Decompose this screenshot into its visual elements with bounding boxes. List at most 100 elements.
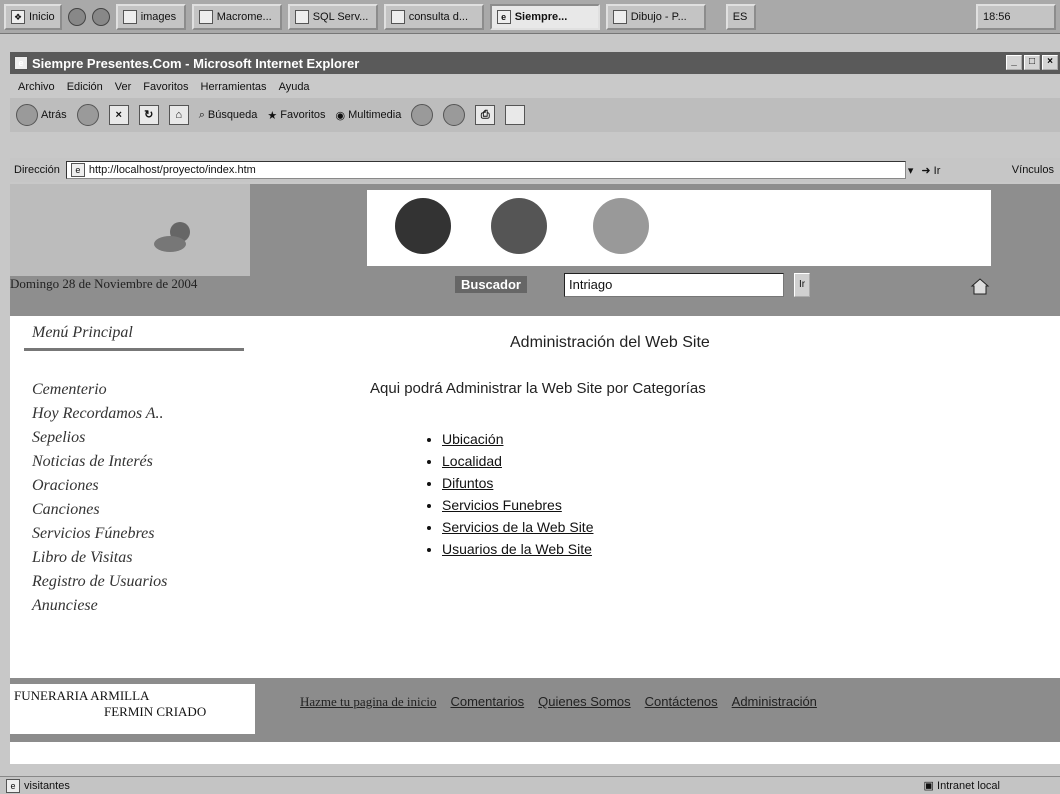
footer-links: Hazme tu pagina de inicio Comentarios Qu…	[300, 694, 817, 710]
close-button[interactable]: ×	[1042, 55, 1058, 70]
link-usuarios-web[interactable]: Usuarios de la Web Site	[442, 541, 592, 557]
sidebar-item-sepelios[interactable]: Sepelios	[32, 426, 252, 450]
quick-launch-icon[interactable]	[91, 7, 110, 26]
link-comentarios[interactable]: Comentarios	[450, 694, 524, 710]
search-input[interactable]: Intriago	[564, 273, 784, 297]
stop-button[interactable]: ×	[108, 105, 129, 125]
menu-ver[interactable]: Ver	[115, 81, 132, 93]
print-button[interactable]: ⎙	[475, 105, 496, 125]
maximize-button[interactable]: □	[1024, 55, 1040, 70]
go-button[interactable]: ➜ Ir	[921, 164, 940, 177]
page-icon: e	[70, 163, 85, 177]
link-servicios-web[interactable]: Servicios de la Web Site	[442, 519, 593, 535]
start-button[interactable]: ❖ Inicio	[4, 3, 62, 30]
link-homepage[interactable]: Hazme tu pagina de inicio	[300, 694, 436, 710]
task-button-sql[interactable]: SQL Serv...	[287, 3, 378, 30]
sql-server-icon	[294, 9, 309, 24]
link-contactenos[interactable]: Contáctenos	[645, 694, 718, 710]
web-page: Domingo 28 de Noviembre de 2004 Buscador…	[10, 184, 1060, 764]
list-item: Difuntos	[442, 472, 593, 494]
menubar: Archivo Edición Ver Favoritos Herramient…	[10, 76, 1060, 98]
search-go-button[interactable]: Ir	[794, 273, 810, 297]
system-clock: 18:56	[976, 3, 1056, 30]
task-button-macromedia[interactable]: Macrome...	[191, 3, 282, 30]
task-button-siempre[interactable]: e Siempre...	[489, 3, 600, 30]
list-item: Servicios Funebres	[442, 494, 593, 516]
ie-icon: e	[496, 9, 511, 24]
home-icon[interactable]	[970, 276, 990, 296]
sidebar-item-hoy-recordamos[interactable]: Hoy Recordamos A..	[32, 402, 252, 426]
forward-button[interactable]	[76, 104, 99, 126]
list-item: Ubicación	[442, 428, 593, 450]
menu-edicion[interactable]: Edición	[67, 81, 103, 93]
task-button-paint[interactable]: Dibujo - P...	[605, 3, 706, 30]
funeraria-brand: FUNERARIA ARMILLA FERMIN CRIADO	[10, 684, 255, 734]
windows-logo-icon: ❖	[11, 9, 25, 24]
link-difuntos[interactable]: Difuntos	[442, 475, 493, 491]
list-item: Usuarios de la Web Site	[442, 538, 593, 560]
menu-herramientas[interactable]: Herramientas	[201, 81, 267, 93]
link-servicios-funebres[interactable]: Servicios Funebres	[442, 497, 562, 513]
link-quienes-somos[interactable]: Quienes Somos	[538, 694, 631, 710]
angel-logo-icon	[154, 222, 190, 252]
status-bar: e visitantes ▣ Intranet local	[0, 776, 1060, 794]
back-arrow-icon	[16, 104, 38, 126]
flower-arrangement-icon	[491, 198, 547, 254]
document-icon	[390, 9, 405, 24]
zone-indicator: ▣ Intranet local	[923, 780, 1000, 792]
history-button[interactable]	[411, 104, 434, 126]
menu-archivo[interactable]: Archivo	[18, 81, 55, 93]
favorites-button[interactable]: ★ Favoritos	[267, 109, 325, 122]
multimedia-button[interactable]: ◉ Multimedia	[336, 109, 402, 122]
mail-button[interactable]	[443, 104, 466, 126]
intranet-icon: ▣	[923, 780, 934, 792]
quick-launch-icon[interactable]	[67, 7, 86, 26]
sidebar-item-anunciese[interactable]: Anunciese	[32, 594, 252, 618]
sidebar-item-cementerio[interactable]: Cementerio	[32, 378, 252, 402]
current-date: Domingo 28 de Noviembre de 2004	[10, 276, 198, 291]
minimize-button[interactable]: _	[1006, 55, 1022, 70]
sidebar-item-noticias[interactable]: Noticias de Interés	[32, 450, 252, 474]
search-label: Buscador	[455, 276, 527, 293]
language-indicator[interactable]: ES	[725, 3, 756, 30]
link-localidad[interactable]: Localidad	[442, 453, 502, 469]
address-dropdown-icon[interactable]: ▾	[908, 164, 914, 177]
link-administracion[interactable]: Administración	[732, 694, 817, 710]
window-titlebar: e Siempre Presentes.Com - Microsoft Inte…	[10, 52, 1060, 74]
refresh-button[interactable]: ↻	[138, 105, 159, 125]
ie-icon: e	[14, 56, 28, 70]
link-ubicacion[interactable]: Ubicación	[442, 431, 503, 447]
task-button-consulta[interactable]: consulta d...	[383, 3, 484, 30]
star-icon: ★	[267, 109, 278, 122]
task-button-images[interactable]: images	[115, 3, 186, 30]
toolbar: Atrás × ↻ ⌂ ⌕ Búsqueda ★ Favoritos ◉ Multim…	[10, 98, 1060, 132]
brand-line1: FUNERARIA ARMILLA	[14, 688, 150, 703]
menu-favoritos[interactable]: Favoritos	[143, 81, 188, 93]
media-icon: ◉	[335, 109, 346, 122]
page-footer: FUNERARIA ARMILLA FERMIN CRIADO Hazme tu…	[10, 678, 1060, 742]
page-description: Aqui podrá Administrar la Web Site por C…	[370, 380, 706, 397]
sidebar-item-oraciones[interactable]: Oraciones	[32, 474, 252, 498]
links-button[interactable]: Vínculos	[1012, 164, 1054, 176]
sidebar-item-canciones[interactable]: Canciones	[32, 498, 252, 522]
menu-ayuda[interactable]: Ayuda	[279, 81, 310, 93]
site-logo	[10, 184, 250, 276]
paint-icon	[612, 9, 627, 24]
list-item: Localidad	[442, 450, 593, 472]
list-item: Servicios de la Web Site	[442, 516, 593, 538]
search-button[interactable]: ⌕ Búsqueda	[199, 109, 258, 122]
address-input[interactable]: e http://localhost/proyecto/index.htm	[65, 161, 906, 179]
sidebar-item-libro-visitas[interactable]: Libro de Visitas	[32, 546, 252, 570]
flower-bouquet-icon	[395, 198, 451, 254]
back-button[interactable]: Atrás	[16, 104, 67, 126]
admin-category-list: Ubicación Localidad Difuntos Servicios F…	[430, 428, 593, 560]
menu-title: Menú Principal	[32, 324, 133, 341]
taskbar: ❖ Inicio images Macrome... SQL Serv... co…	[0, 0, 1060, 34]
sidebar-menu: Cementerio Hoy Recordamos A.. Sepelios N…	[32, 378, 252, 618]
macromedia-icon	[198, 9, 213, 24]
page-title: Administración del Web Site	[510, 334, 710, 351]
home-button[interactable]: ⌂	[168, 105, 189, 125]
sidebar-item-servicios-funebres[interactable]: Servicios Fúnebres	[32, 522, 252, 546]
sidebar-item-registro-usuarios[interactable]: Registro de Usuarios	[32, 570, 252, 594]
edit-button[interactable]	[505, 105, 526, 125]
